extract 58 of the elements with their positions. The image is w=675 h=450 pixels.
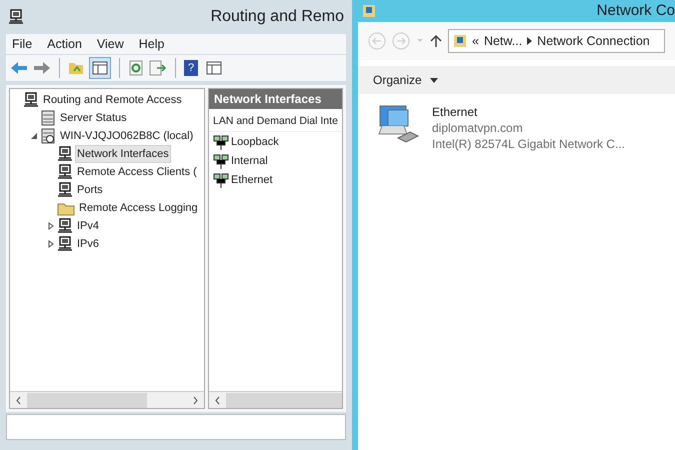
network-folder-icon: [453, 34, 467, 48]
menu-item[interactable]: File: [12, 34, 32, 54]
tree-item[interactable]: Routing and Remote Access: [41, 90, 184, 110]
adapter-description: Intel(R) 82574L Gigabit Network C...: [432, 136, 625, 152]
network-icon: [57, 236, 73, 252]
breadcrumb-overflow[interactable]: «: [472, 32, 479, 50]
tree-item[interactable]: Remote Access Logging: [77, 198, 200, 218]
folder-icon: [57, 200, 75, 216]
export-list-icon[interactable]: [149, 60, 167, 76]
server-icon: [40, 128, 56, 144]
organize-menu[interactable]: Organize: [373, 71, 422, 89]
collapsed-arrow-icon[interactable]: [47, 222, 55, 230]
network-icon: [57, 218, 73, 234]
interface-name[interactable]: Internal: [231, 153, 268, 170]
interface-icon: [213, 154, 229, 170]
tree-item[interactable]: WIN-VJQJO062B8C (local): [58, 126, 196, 146]
horizontal-scrollbar[interactable]: [209, 391, 342, 408]
breadcrumb-item[interactable]: Network Connection: [537, 32, 650, 50]
tree-item[interactable]: IPv6: [75, 234, 102, 254]
breadcrumb-item[interactable]: Netw...: [484, 32, 522, 50]
interface-name[interactable]: Loopback: [231, 134, 279, 151]
window-title: Routing and Remo: [210, 7, 344, 27]
network-icon: [57, 182, 73, 198]
folder-icon[interactable]: [68, 60, 84, 76]
interface-icon: [213, 134, 229, 150]
caret-icon[interactable]: [430, 78, 438, 82]
help-button[interactable]: ?: [184, 60, 198, 76]
tree-item[interactable]: Ports: [75, 180, 105, 200]
server-icon: [40, 110, 56, 126]
refresh-icon[interactable]: [128, 60, 144, 76]
menu-item[interactable]: View: [96, 34, 124, 54]
pane-toggle-button[interactable]: [89, 57, 111, 79]
window-title: Network Co: [596, 0, 675, 21]
menu-item[interactable]: Help: [138, 34, 164, 54]
tree-item[interactable]: Remote Access Clients (: [75, 162, 199, 182]
chevron-icon[interactable]: [527, 37, 532, 45]
collapsed-arrow-icon[interactable]: [47, 240, 55, 248]
menu-item[interactable]: Action: [47, 34, 82, 54]
forward-arrow-icon[interactable]: [33, 61, 51, 75]
up-arrow-icon[interactable]: [430, 34, 442, 48]
connection-name[interactable]: Ethernet: [432, 104, 625, 120]
interface-icon: [213, 172, 229, 188]
interface-name[interactable]: Ethernet: [231, 172, 273, 189]
connection-network: diplomatvpn.com: [432, 120, 524, 136]
network-folder-icon: [362, 4, 376, 18]
network-icon: [8, 9, 24, 25]
network-icon: [23, 92, 39, 108]
column-header[interactable]: LAN and Demand Dial Inte: [209, 112, 342, 132]
horizontal-scrollbar[interactable]: [10, 391, 204, 408]
address-bar[interactable]: « Netw... Network Connection: [448, 29, 665, 53]
network-icon: [57, 146, 73, 162]
tree-item[interactable]: IPv4: [75, 216, 102, 236]
expanded-arrow-icon[interactable]: [30, 132, 38, 140]
tree-item[interactable]: Network Interfaces: [75, 144, 171, 164]
pane-header: Network Interfaces: [209, 89, 342, 109]
tree-item[interactable]: Server Status: [58, 108, 129, 128]
back-arrow-icon[interactable]: [10, 61, 28, 75]
network-icon: [57, 164, 73, 180]
